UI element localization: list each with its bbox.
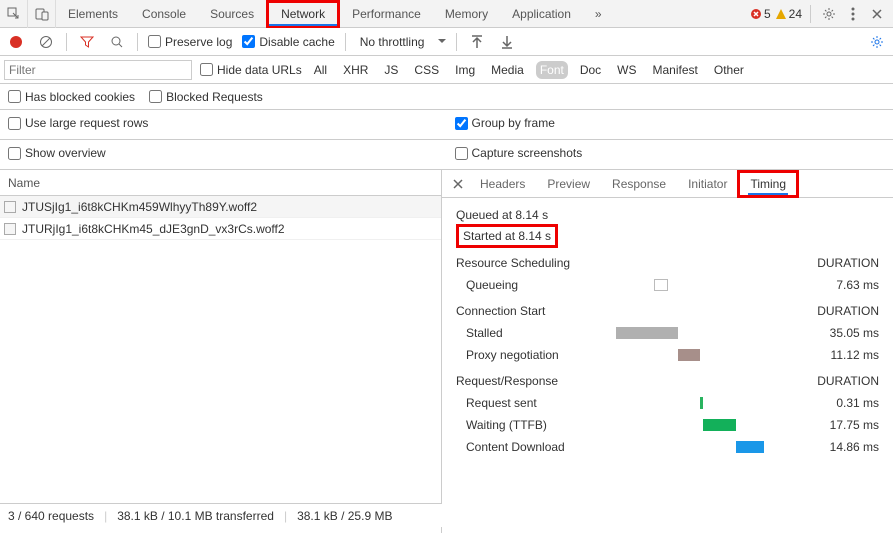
filter-img[interactable]: Img	[451, 61, 479, 79]
tab-sources[interactable]: Sources	[198, 0, 266, 28]
table-row[interactable]: JTURjIg1_i6t8kCHKm45_dJE3gnD_vx3rCs.woff…	[0, 218, 441, 240]
filter-all[interactable]: All	[310, 61, 331, 79]
disable-cache-checkbox[interactable]: Disable cache	[242, 35, 334, 49]
detail-pane: Headers Preview Response Initiator Timin…	[442, 170, 893, 533]
upload-har-icon[interactable]	[467, 32, 487, 52]
status-bar: 3 / 640 requests| 38.1 kB / 10.1 MB tran…	[0, 503, 442, 527]
filter-font[interactable]: Font	[536, 61, 568, 79]
kebab-menu-icon[interactable]	[843, 4, 863, 24]
throttling-select[interactable]: No throttling	[360, 35, 447, 49]
resources-size: 38.1 kB / 25.9 MB	[297, 509, 392, 523]
tab-console[interactable]: Console	[130, 0, 198, 28]
filter-other[interactable]: Other	[710, 61, 748, 79]
network-settings-icon[interactable]	[867, 32, 887, 52]
filter-js[interactable]: JS	[380, 61, 402, 79]
display-options-2: Show overview Capture screenshots	[0, 140, 893, 170]
filter-manifest[interactable]: Manifest	[649, 61, 702, 79]
clear-icon[interactable]	[36, 32, 56, 52]
network-toolbar: Preserve log Disable cache No throttling	[0, 28, 893, 56]
blocked-requests-checkbox[interactable]: Blocked Requests	[149, 90, 263, 104]
settings-icon[interactable]	[819, 4, 839, 24]
filter-ws[interactable]: WS	[613, 61, 640, 79]
resource-type-filters: All XHR JS CSS Img Media Font Doc WS Man…	[310, 61, 748, 79]
file-icon	[4, 223, 16, 235]
download-har-icon[interactable]	[497, 32, 517, 52]
file-icon	[4, 201, 16, 213]
close-icon[interactable]	[867, 4, 887, 24]
blocked-filter-bar: Has blocked cookies Blocked Requests	[0, 84, 893, 110]
timing-row: Queueing7.63 ms	[456, 274, 879, 296]
request-list-pane: Name JTUSjIg1_i6t8kCHKm459WlhyyTh89Y.wof…	[0, 170, 442, 533]
main-content: Name JTUSjIg1_i6t8kCHKm459WlhyyTh89Y.wof…	[0, 170, 893, 533]
tab-response[interactable]: Response	[602, 170, 676, 198]
panel-tabs: Elements Console Sources Network Perform…	[56, 0, 744, 28]
error-badge[interactable]: 5	[750, 7, 771, 21]
queued-at-text: Queued at 8.14 s	[456, 206, 879, 224]
hide-data-urls-checkbox[interactable]: Hide data URLs	[200, 63, 302, 77]
request-count: 3 / 640 requests	[8, 509, 94, 523]
started-at-text: Started at 8.14 s	[456, 224, 558, 248]
tab-performance[interactable]: Performance	[340, 0, 433, 28]
preserve-log-checkbox[interactable]: Preserve log	[148, 35, 232, 49]
tab-initiator[interactable]: Initiator	[678, 170, 737, 198]
filter-input[interactable]	[4, 60, 192, 80]
transferred-size: 38.1 kB / 10.1 MB transferred	[117, 509, 274, 523]
tab-timing[interactable]: Timing	[737, 170, 799, 198]
tab-elements[interactable]: Elements	[56, 0, 130, 28]
search-icon[interactable]	[107, 32, 127, 52]
tab-memory[interactable]: Memory	[433, 0, 500, 28]
show-overview-checkbox[interactable]: Show overview	[8, 146, 439, 160]
warning-count: 24	[789, 7, 802, 21]
tab-application[interactable]: Application	[500, 0, 583, 28]
filter-doc[interactable]: Doc	[576, 61, 605, 79]
display-options: Use large request rows Group by frame	[0, 110, 893, 140]
timing-body: Queued at 8.14 s Started at 8.14 s Resou…	[442, 198, 893, 533]
inspect-icon[interactable]	[0, 0, 28, 28]
group-by-frame-checkbox[interactable]: Group by frame	[455, 116, 886, 130]
capture-screenshots-checkbox[interactable]: Capture screenshots	[455, 146, 886, 160]
filter-bar: Hide data URLs All XHR JS CSS Img Media …	[0, 56, 893, 84]
tab-preview[interactable]: Preview	[537, 170, 600, 198]
timing-row: Request sent0.31 ms	[456, 392, 879, 414]
filter-media[interactable]: Media	[487, 61, 528, 79]
filter-icon[interactable]	[77, 32, 97, 52]
main-tabs-bar: Elements Console Sources Network Perform…	[0, 0, 893, 28]
tab-network[interactable]: Network	[266, 0, 340, 28]
device-toggle-icon[interactable]	[28, 0, 56, 28]
filter-xhr[interactable]: XHR	[339, 61, 372, 79]
tab-headers[interactable]: Headers	[470, 170, 535, 198]
timing-row: Stalled35.05 ms	[456, 322, 879, 344]
error-count: 5	[764, 7, 771, 21]
request-rows: JTUSjIg1_i6t8kCHKm459WlhyyTh89Y.woff2 JT…	[0, 196, 441, 533]
table-row[interactable]: JTUSjIg1_i6t8kCHKm459WlhyyTh89Y.woff2	[0, 196, 441, 218]
large-rows-checkbox[interactable]: Use large request rows	[8, 116, 439, 130]
blocked-cookies-checkbox[interactable]: Has blocked cookies	[8, 90, 135, 104]
more-tabs-icon[interactable]: »	[583, 0, 614, 28]
section-connection-start: Connection StartDURATION	[456, 296, 879, 322]
section-request-response: Request/ResponseDURATION	[456, 366, 879, 392]
record-button[interactable]	[6, 32, 26, 52]
timing-row: Content Download14.86 ms	[456, 436, 879, 458]
timing-row: Proxy negotiation11.12 ms	[456, 344, 879, 366]
section-resource-scheduling: Resource SchedulingDURATION	[456, 248, 879, 274]
warning-badge[interactable]: 24	[775, 7, 802, 21]
detail-tabs: Headers Preview Response Initiator Timin…	[442, 170, 893, 198]
name-column-header[interactable]: Name	[0, 170, 441, 196]
close-detail-icon[interactable]	[448, 174, 468, 194]
filter-css[interactable]: CSS	[410, 61, 443, 79]
timing-row: Waiting (TTFB)17.75 ms	[456, 414, 879, 436]
